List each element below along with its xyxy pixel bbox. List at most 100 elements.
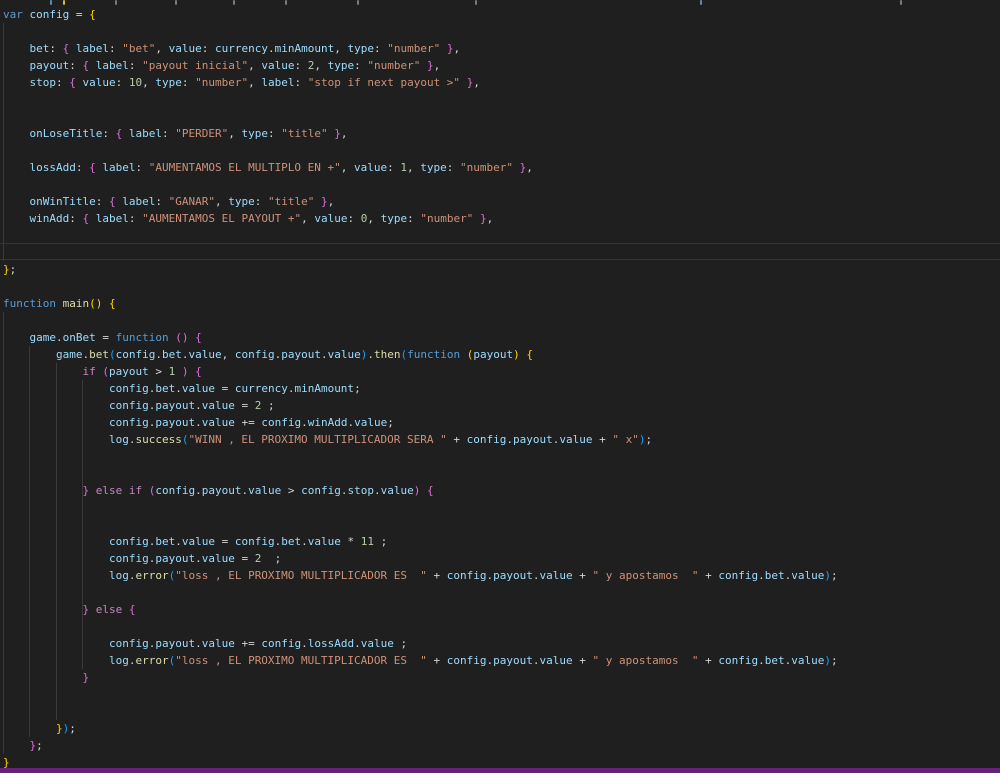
code-token: +	[573, 569, 593, 582]
clipped-glyph-fragment	[285, 0, 287, 5]
code-token: :	[135, 161, 148, 174]
code-token: .	[367, 348, 374, 361]
code-token: config	[30, 8, 70, 21]
code-line[interactable]: config.payout.value += config.winAdd.val…	[3, 414, 1000, 431]
code-token: }	[56, 722, 63, 735]
code-line[interactable]	[3, 516, 1000, 533]
code-line[interactable]: lossAdd: { label: "AUMENTAMOS EL MULTIPL…	[3, 159, 1000, 176]
code-token: type	[241, 127, 268, 140]
code-token: ,	[314, 59, 327, 72]
code-line[interactable]: log.error("loss , EL PROXIMO MULTIPLICAD…	[3, 652, 1000, 669]
code-line[interactable]	[3, 448, 1000, 465]
code-token: value	[314, 212, 347, 225]
code-token: config	[447, 569, 487, 582]
code-line[interactable]: onLoseTitle: { label: "PERDER", type: "t…	[3, 125, 1000, 142]
code-line[interactable]	[3, 686, 1000, 703]
code-token: bet	[155, 382, 175, 395]
code-line[interactable]	[3, 244, 1000, 261]
code-line[interactable]: };	[3, 261, 1000, 278]
code-line[interactable]: } else if (config.payout.value > config.…	[3, 482, 1000, 499]
code-token: type	[420, 161, 447, 174]
code-token	[3, 637, 109, 650]
code-line[interactable]	[3, 23, 1000, 40]
code-token	[3, 382, 109, 395]
code-token: stop	[30, 76, 57, 89]
code-token: ;	[69, 722, 76, 735]
code-line[interactable]: config.payout.value = 2 ;	[3, 397, 1000, 414]
code-line[interactable]: var config = {	[3, 6, 1000, 23]
code-token: main	[63, 297, 90, 310]
code-line[interactable]	[3, 465, 1000, 482]
code-token	[3, 569, 109, 582]
code-token	[3, 161, 30, 174]
code-line[interactable]	[3, 312, 1000, 329]
code-token: value	[308, 535, 341, 548]
code-token: ;	[831, 654, 838, 667]
code-token: config	[235, 535, 275, 548]
code-line[interactable]: game.bet(config.bet.value, config.payout…	[3, 346, 1000, 363]
code-line[interactable]: function main() {	[3, 295, 1000, 312]
code-token: 10	[129, 76, 142, 89]
code-token: onWinTitle	[30, 195, 96, 208]
code-line[interactable]	[3, 278, 1000, 295]
code-line[interactable]	[3, 142, 1000, 159]
code-line[interactable]	[3, 618, 1000, 635]
code-line[interactable]	[3, 584, 1000, 601]
code-line[interactable]	[3, 499, 1000, 516]
code-line[interactable]: } else {	[3, 601, 1000, 618]
code-token: "AUMENTAMOS EL PAYOUT +"	[142, 212, 301, 225]
code-token	[89, 603, 96, 616]
code-line[interactable]	[3, 227, 1000, 244]
code-token: ,	[334, 42, 347, 55]
code-token: bet	[155, 535, 175, 548]
code-token: :	[294, 76, 307, 89]
code-line[interactable]: }	[3, 669, 1000, 686]
code-token: (	[109, 348, 116, 361]
code-token: :	[447, 161, 460, 174]
code-token: bet	[162, 348, 182, 361]
code-token: bet	[30, 42, 50, 55]
code-editor[interactable]: var config = { bet: { label: "bet", valu…	[0, 0, 1000, 769]
code-line[interactable]: config.bet.value = currency.minAmount;	[3, 380, 1000, 397]
code-token: =	[96, 331, 116, 344]
code-line[interactable]: config.bet.value = config.bet.value * 11…	[3, 533, 1000, 550]
code-token: success	[135, 433, 181, 446]
code-token	[56, 297, 63, 310]
code-line[interactable]	[3, 176, 1000, 193]
code-line[interactable]: config.payout.value = 2 ;	[3, 550, 1000, 567]
code-line[interactable]: };	[3, 737, 1000, 754]
code-token: {	[109, 195, 116, 208]
code-token: config	[109, 416, 149, 429]
code-line[interactable]	[3, 108, 1000, 125]
code-token: " y apostamos "	[593, 654, 699, 667]
code-token: value	[354, 416, 387, 429]
code-token: :	[374, 42, 387, 55]
code-token: {	[89, 8, 96, 21]
code-line[interactable]	[3, 703, 1000, 720]
code-token: label	[96, 59, 129, 72]
code-line[interactable]: payout: { label: "payout inicial", value…	[3, 57, 1000, 74]
code-token: "title"	[268, 195, 314, 208]
status-bar[interactable]	[0, 768, 1000, 773]
code-token: "number"	[387, 42, 440, 55]
code-line[interactable]: if (payout > 1 ) {	[3, 363, 1000, 380]
code-token: label	[102, 161, 135, 174]
code-token: value	[381, 484, 414, 497]
code-line[interactable]: stop: { value: 10, type: "number", label…	[3, 74, 1000, 91]
code-line[interactable]: onWinTitle: { label: "GANAR", type: "tit…	[3, 193, 1000, 210]
clipped-glyph-fragment	[357, 0, 359, 5]
code-line[interactable]: log.success("WINN , EL PROXIMO MULTIPLIC…	[3, 431, 1000, 448]
code-line[interactable]: game.onBet = function () {	[3, 329, 1000, 346]
code-line[interactable]: config.payout.value += config.lossAdd.va…	[3, 635, 1000, 652]
code-line[interactable]: winAdd: { label: "AUMENTAMOS EL PAYOUT +…	[3, 210, 1000, 227]
code-line[interactable]: });	[3, 720, 1000, 737]
code-token: payout	[155, 552, 195, 565]
code-token: {	[526, 348, 533, 361]
code-line[interactable]: bet: { label: "bet", value: currency.min…	[3, 40, 1000, 57]
code-line[interactable]: log.error("loss , EL PROXIMO MULTIPLICAD…	[3, 567, 1000, 584]
code-token: ,	[248, 59, 261, 72]
code-token: "WINN , EL PROXIMO MULTIPLICADOR SERA "	[188, 433, 446, 446]
code-token: value	[354, 161, 387, 174]
code-token: config	[116, 348, 156, 361]
code-line[interactable]	[3, 91, 1000, 108]
